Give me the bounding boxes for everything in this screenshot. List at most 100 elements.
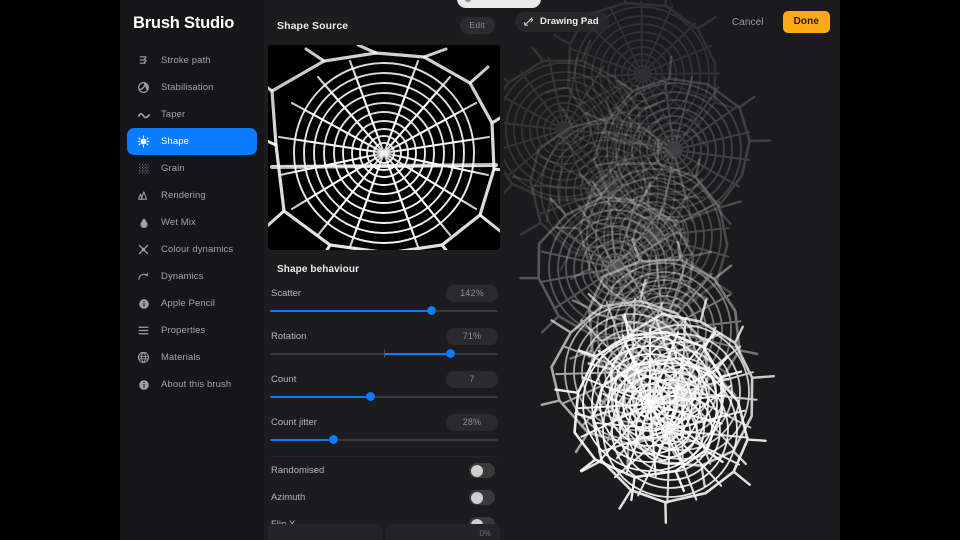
sidebar-item-stabilisation[interactable]: Stabilisation [127, 74, 257, 101]
slider-header: Count jitter 28% [270, 413, 498, 431]
shape-behaviour-sliders: Scatter 142% Rotation 71% Count 7 Count jitter… [264, 284, 504, 447]
slider-count[interactable]: Count 7 [270, 370, 498, 404]
shape-source-preview[interactable] [268, 45, 500, 250]
sidebar-item-label: Stroke path [161, 55, 211, 66]
toggle-switch[interactable] [469, 463, 495, 478]
sidebar-item-about-this-brush[interactable]: About this brush [127, 371, 257, 398]
slider-scatter[interactable]: Scatter 142% [270, 284, 498, 318]
sidebar-item-dynamics[interactable]: Dynamics [127, 263, 257, 290]
window-drag-handle[interactable] [457, 0, 541, 8]
slider-header: Rotation 71% [270, 327, 498, 345]
sidebar-item-label: Dynamics [161, 271, 204, 282]
shape-source-title: Shape Source [277, 19, 349, 32]
shape-icon [135, 133, 152, 150]
slider-knob[interactable] [445, 349, 455, 358]
sidebar-item-shape[interactable]: Shape [127, 128, 257, 155]
toggle-knob [470, 464, 483, 477]
screen-root: Brush Studio Stroke path Stabilisation Tap… [0, 0, 960, 540]
slider-knob[interactable] [365, 392, 375, 401]
shape-behaviour-title: Shape behaviour [277, 264, 360, 275]
sidebar-item-stroke-path[interactable]: Stroke path [127, 47, 257, 74]
slider-value: 28% [446, 413, 498, 431]
dynamics-icon [135, 268, 152, 285]
toggle-knob [470, 491, 483, 504]
slider-label: Scatter [271, 287, 302, 299]
slider-track-area[interactable] [270, 305, 498, 318]
slider-rotation[interactable]: Rotation 71% [270, 327, 498, 361]
drawing-pad-label: Drawing Pad [540, 16, 599, 27]
sidebar-item-materials[interactable]: Materials [127, 344, 257, 371]
slider-track-area[interactable] [270, 391, 498, 404]
sidebar-item-label: Stabilisation [161, 82, 214, 93]
pad-action-group: Cancel Done [726, 11, 830, 33]
toggle-label: Azimuth [271, 492, 306, 503]
edit-shape-source-button[interactable]: Edit [459, 17, 495, 34]
done-button[interactable]: Done [782, 11, 830, 33]
slider-value: 142% [446, 284, 498, 302]
sidebar-item-label: Grain [161, 163, 185, 174]
slider-fill [270, 439, 334, 441]
brush-studio-modal: Brush Studio Stroke path Stabilisation Tap… [120, 0, 840, 540]
settings-sidebar: Brush Studio Stroke path Stabilisation Tap… [120, 0, 264, 540]
sidebar-item-colour-dynamics[interactable]: Colour dynamics [127, 236, 257, 263]
slider-label: Count jitter [271, 416, 317, 428]
slider-center-tick [383, 349, 385, 358]
slider-count-jitter[interactable]: Count jitter 28% [270, 413, 498, 447]
sidebar-item-label: Shape [161, 136, 189, 147]
toggle-label: Randomised [271, 465, 325, 476]
slider-label: Rotation [271, 330, 307, 342]
colour-dynamics-icon [135, 241, 152, 258]
slider-fill [270, 396, 371, 398]
slider-fill [384, 353, 451, 355]
drawing-pad-panel: Drawing Pad Cancel Done [504, 0, 840, 540]
slider-knob[interactable] [329, 435, 339, 444]
slider-fill [270, 310, 432, 312]
partial-footer-row: 0% [268, 524, 500, 540]
slider-track-area[interactable] [270, 348, 498, 361]
page-title: Brush Studio [133, 14, 235, 32]
slider-value: 71% [446, 327, 498, 345]
materials-icon [135, 349, 152, 366]
stabilisation-icon [135, 79, 152, 96]
properties-list-icon [135, 322, 152, 339]
taper-icon [135, 106, 152, 123]
rendering-icon [135, 187, 152, 204]
sidebar-item-rendering[interactable]: Rendering [127, 182, 257, 209]
shape-settings-column: Shape Source Edit Shape behaviour Scatte… [264, 0, 504, 540]
slider-header: Count 7 [270, 370, 498, 388]
sidebar-item-label: Materials [161, 352, 201, 363]
grain-icon [135, 160, 152, 177]
sidebar-item-grain[interactable]: Grain [127, 155, 257, 182]
sidebar-item-properties[interactable]: Properties [127, 317, 257, 344]
brush-stroke-preview [504, 0, 812, 539]
apple-pencil-icon [135, 295, 152, 312]
toggle-row-randomised[interactable]: Randomised [271, 457, 495, 484]
footer-value: 0% [479, 529, 491, 538]
drawing-pad-header: Drawing Pad Cancel Done [504, 0, 840, 44]
info-icon [135, 376, 152, 393]
toggle-switch[interactable] [469, 490, 495, 505]
slider-label: Count [271, 373, 297, 385]
footer-cell-right[interactable]: 0% [386, 524, 500, 540]
handle-dot [465, 0, 471, 2]
drawing-pad-canvas[interactable] [504, 0, 840, 540]
slider-knob[interactable] [427, 306, 437, 315]
slider-track-area[interactable] [270, 434, 498, 447]
drawing-pad-chip[interactable]: Drawing Pad [515, 12, 609, 32]
slider-value: 7 [446, 370, 498, 388]
sidebar-nav-list: Stroke path Stabilisation Taper Shape Grain R… [120, 47, 264, 398]
cancel-button[interactable]: Cancel [726, 16, 770, 29]
footer-cell-left[interactable] [268, 524, 382, 540]
toggle-row-azimuth[interactable]: Azimuth [271, 484, 495, 511]
sidebar-item-label: Properties [161, 325, 206, 336]
sidebar-item-taper[interactable]: Taper [127, 101, 257, 128]
spider-web-shape-icon [268, 45, 500, 250]
pencil-square-icon [524, 17, 534, 26]
slider-header: Scatter 142% [270, 284, 498, 302]
sidebar-item-label: About this brush [161, 379, 232, 390]
sidebar-item-label: Wet Mix [161, 217, 196, 228]
stroke-path-icon [135, 52, 152, 69]
sidebar-item-apple-pencil[interactable]: Apple Pencil [127, 290, 257, 317]
sidebar-item-label: Taper [161, 109, 186, 120]
sidebar-item-wet-mix[interactable]: Wet Mix [127, 209, 257, 236]
